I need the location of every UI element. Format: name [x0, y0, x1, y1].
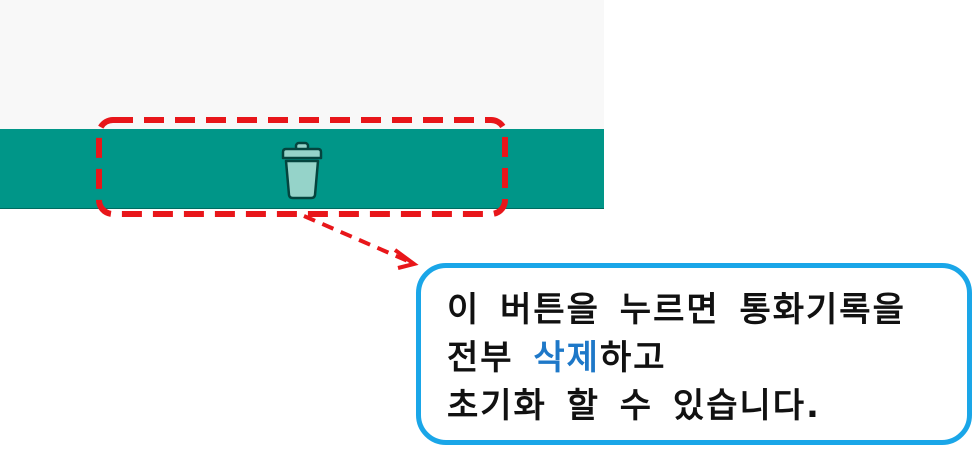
pointer-arrow-line	[303, 214, 411, 264]
callout-highlight-delete: 삭제	[533, 338, 600, 378]
callout-line-3: 초기화 할 수 있습니다.	[447, 386, 821, 426]
trash-icon	[281, 141, 323, 200]
callout-line-2: 전부 삭제하고	[447, 334, 967, 382]
delete-all-button[interactable]	[272, 139, 332, 203]
pointer-arrowhead	[393, 248, 419, 270]
instruction-callout: 이 버튼을 누르면 통화기록을 전부 삭제하고 초기화 할 수 있습니다.	[416, 263, 972, 445]
callout-line-2-prefix: 전부	[447, 338, 534, 378]
callout-line-2-suffix: 하고	[599, 338, 667, 378]
callout-line-1: 이 버튼을 누르면 통화기록을	[447, 290, 906, 330]
app-content-area	[0, 0, 604, 129]
